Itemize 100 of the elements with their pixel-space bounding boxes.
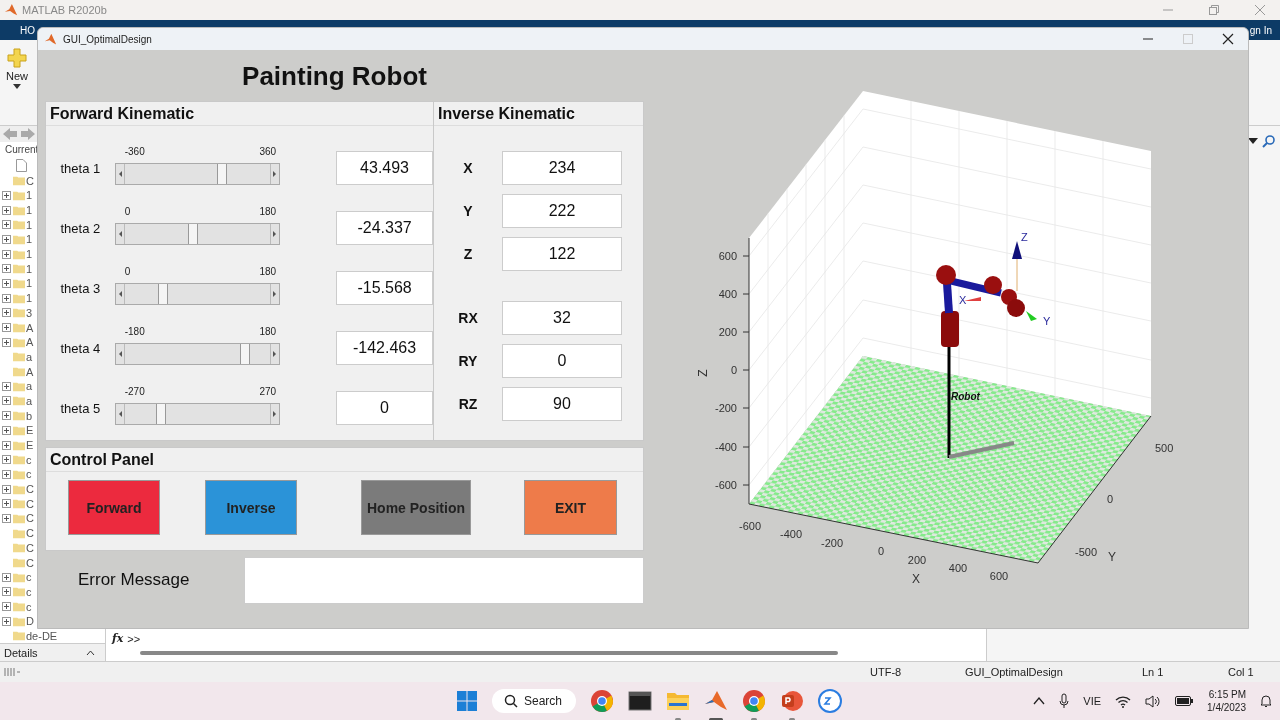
expand-icon[interactable]: [2, 513, 11, 523]
slider[interactable]: [114, 342, 281, 365]
folder-name[interactable]: C: [26, 541, 34, 554]
folder-name[interactable]: E: [26, 439, 34, 451]
details-bar[interactable]: Details: [0, 643, 105, 661]
angle-field[interactable]: -142.463: [336, 331, 433, 365]
folder-name[interactable]: c: [26, 585, 32, 598]
expand-icon[interactable]: [2, 396, 11, 406]
slider-thumb[interactable]: [187, 223, 198, 244]
windows-start-icon[interactable]: [456, 690, 478, 712]
expand-icon[interactable]: [2, 587, 11, 597]
folder-name[interactable]: b: [26, 409, 33, 422]
home-tab[interactable]: HO: [20, 24, 35, 36]
error-message-field[interactable]: [244, 556, 644, 604]
folder-name[interactable]: C: [26, 174, 34, 187]
control-button[interactable]: Inverse: [205, 480, 297, 535]
folder-name[interactable]: 1: [26, 262, 33, 275]
expand-icon[interactable]: [2, 425, 11, 435]
expand-icon[interactable]: [2, 602, 11, 612]
expand-icon[interactable]: [2, 264, 11, 274]
expand-icon[interactable]: [2, 308, 11, 318]
coordinate-field[interactable]: 234: [502, 150, 622, 185]
expand-icon[interactable]: [2, 337, 11, 347]
folder-name[interactable]: C: [26, 556, 34, 569]
folder-name[interactable]: de-DE: [26, 629, 58, 642]
control-button[interactable]: Forward: [68, 480, 160, 535]
slider[interactable]: [114, 162, 281, 185]
expand-icon[interactable]: [2, 323, 11, 332]
expand-icon[interactable]: [2, 249, 11, 259]
expand-icon[interactable]: [2, 220, 11, 230]
angle-field[interactable]: 0: [336, 391, 433, 425]
folder-name[interactable]: 1: [26, 277, 33, 290]
angle-field[interactable]: -24.337: [336, 211, 433, 245]
expand-icon[interactable]: [2, 440, 11, 450]
expand-icon[interactable]: [2, 616, 11, 626]
folder-name[interactable]: 1: [26, 204, 33, 216]
chevron-up-icon[interactable]: [1033, 697, 1046, 705]
slider-thumb[interactable]: [216, 163, 227, 184]
search-icon[interactable]: [1262, 134, 1276, 148]
folder-name[interactable]: D: [26, 615, 34, 628]
folder-name[interactable]: C: [26, 497, 34, 510]
folder-name[interactable]: c: [26, 453, 32, 466]
folder-name[interactable]: C: [26, 483, 34, 496]
expand-icon[interactable]: [2, 205, 11, 215]
coordinate-field[interactable]: 32: [502, 300, 622, 335]
control-button[interactable]: Home Position: [361, 480, 471, 535]
slider-thumb[interactable]: [239, 343, 250, 364]
folder-name[interactable]: 1: [26, 233, 33, 246]
slider-thumb[interactable]: [155, 403, 166, 424]
slider[interactable]: [114, 222, 281, 245]
search-field[interactable]: Search: [492, 689, 577, 713]
folder-name[interactable]: c: [26, 571, 32, 584]
dropdown-icon[interactable]: [1248, 138, 1258, 144]
expand-icon[interactable]: [2, 572, 11, 582]
expand-icon[interactable]: [2, 499, 11, 509]
close-icon[interactable]: [1222, 33, 1234, 45]
folder-name[interactable]: c: [26, 600, 32, 613]
expand-icon[interactable]: [2, 469, 11, 479]
folder-name[interactable]: C: [26, 527, 34, 540]
folder-name[interactable]: a: [26, 350, 33, 363]
slider-thumb[interactable]: [158, 283, 169, 304]
folder-name[interactable]: 1: [26, 292, 33, 305]
chrome-app-icon[interactable]: [742, 689, 767, 713]
coordinate-field[interactable]: 222: [502, 193, 622, 228]
folder-name[interactable]: A: [26, 321, 34, 334]
battery-icon[interactable]: [1175, 696, 1194, 706]
folder-name[interactable]: 1: [26, 218, 33, 231]
angle-field[interactable]: 43.493: [336, 151, 433, 185]
expand-icon[interactable]: [2, 190, 11, 200]
expand-icon[interactable]: [2, 411, 11, 421]
zalo-app-icon[interactable]: [818, 689, 843, 713]
folder-name[interactable]: A: [26, 336, 34, 349]
control-button[interactable]: EXIT: [524, 480, 617, 535]
coordinate-field[interactable]: 0: [502, 343, 622, 378]
folder-name[interactable]: 1: [26, 248, 33, 261]
folder-name[interactable]: C: [26, 512, 34, 525]
chrome-app-icon[interactable]: [590, 689, 615, 713]
scrollbar[interactable]: [140, 651, 838, 655]
new-button[interactable]: New: [0, 40, 34, 89]
speaker-icon[interactable]: [1145, 694, 1162, 708]
terminal-app-icon[interactable]: [628, 689, 653, 713]
slider[interactable]: [114, 402, 281, 425]
expand-icon[interactable]: [2, 278, 11, 288]
folder-name[interactable]: 3: [26, 306, 33, 319]
powerpoint-app-icon[interactable]: [780, 689, 805, 713]
angle-field[interactable]: -15.568: [336, 271, 433, 305]
folder-name[interactable]: c: [26, 468, 32, 481]
expand-icon[interactable]: [2, 234, 11, 244]
wifi-icon[interactable]: [1115, 694, 1132, 708]
coordinate-field[interactable]: 90: [502, 386, 622, 421]
notification-bell-icon[interactable]: [1260, 694, 1272, 708]
expand-icon[interactable]: [2, 455, 11, 465]
sign-in-link[interactable]: gn In: [1249, 24, 1280, 36]
folder-name[interactable]: A: [26, 365, 34, 378]
expand-icon[interactable]: [2, 293, 11, 303]
matlab-app-icon[interactable]: [704, 689, 729, 713]
language-indicator[interactable]: VIE: [1083, 695, 1102, 707]
folder-name[interactable]: E: [26, 424, 34, 437]
expand-icon[interactable]: [2, 484, 11, 494]
microphone-icon[interactable]: [1059, 693, 1070, 709]
